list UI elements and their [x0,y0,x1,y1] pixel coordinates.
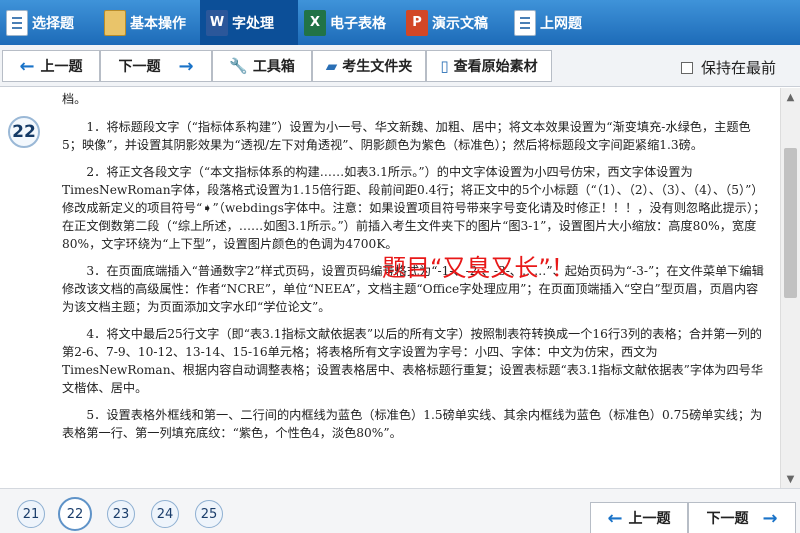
scroll-thumb[interactable] [784,148,797,298]
tab-basic-operations[interactable]: 基本操作 [98,0,200,45]
toolbox-button[interactable]: 🔧 工具箱 [212,50,312,82]
word-icon: W [206,9,228,36]
tab-internet[interactable]: 上网题 [508,0,598,45]
tab-label: 演示文稿 [432,15,488,32]
question-nav-23[interactable]: 23 [107,500,135,528]
web-icon [514,9,536,36]
question-lead: 档。 [62,92,87,106]
question-panel: 22 档。 1．将标题段文字（“指标体系构建”）设置为小一号、华文新魏、加粗、居… [0,88,780,488]
scroll-up-icon[interactable]: ▲ [783,90,798,104]
arrow-left-icon: ← [19,55,35,77]
tab-label: 基本操作 [130,15,186,32]
question-item-5: 5．设置表格外框线和第一、二行间的内框线为蓝色（标准色）1.5磅单实线、其余内框… [62,408,763,440]
vertical-scrollbar[interactable]: ▲ ▼ [780,88,800,488]
next-label: 下一题 [118,59,161,75]
powerpoint-icon: P [406,9,428,36]
bottom-prev-label: 上一题 [628,511,671,527]
overlay-comment: 题目“又臭又长”！ [382,254,575,282]
bottom-prev-button[interactable]: ← 上一题 [590,502,688,533]
folder-open-icon: ▰ [325,57,338,75]
bottom-next-label: 下一题 [706,511,749,527]
tab-label: 上网题 [540,15,582,32]
tab-presentation[interactable]: P 演示文稿 [400,0,508,45]
scroll-down-icon[interactable]: ▼ [783,472,798,486]
keep-on-top-toggle[interactable]: 保持在最前 [680,57,776,78]
view-original-label: 查看原始素材 [453,59,538,75]
keep-on-top-label: 保持在最前 [700,59,776,77]
arrow-right-icon: → [762,507,778,529]
tab-spreadsheet[interactable]: X 电子表格 [298,0,400,45]
toolbox-label: 工具箱 [252,59,295,75]
exam-folder-button[interactable]: ▰ 考生文件夹 [312,50,426,82]
top-tab-bar: 选择题 基本操作 W 字处理 X 电子表格 P 演示文稿 上网题 [0,0,800,45]
toolbar: ← 上一题 下一题 → 🔧 工具箱 ▰ 考生文件夹 ▯ 查看原始素材 保持在最前 [0,45,800,87]
wrench-icon: 🔧 [229,57,248,75]
exam-window: 选择题 基本操作 W 字处理 X 电子表格 P 演示文稿 上网题 ← 上一题 下 [0,0,800,533]
question-nav-24[interactable]: 24 [151,500,179,528]
view-original-button[interactable]: ▯ 查看原始素材 [426,50,552,82]
tab-word-processing[interactable]: W 字处理 [200,0,298,45]
prev-label: 上一题 [40,59,83,75]
question-nav-25[interactable]: 25 [195,500,223,528]
keep-on-top-checkbox[interactable] [680,61,693,74]
next-question-button[interactable]: 下一题 → [100,50,212,82]
arrow-right-icon: → [178,55,194,77]
tab-label: 字处理 [232,15,274,32]
tab-label: 选择题 [32,15,74,32]
document-icon: ▯ [440,57,449,75]
folder-icon [104,9,126,36]
checklist-icon [6,9,28,36]
question-item-2: 2．将正文各段文字（“本文指标体系的构建……如表3.1所示。”）的中文字体设置为… [62,165,766,251]
arrow-left-icon: ← [607,507,623,529]
excel-icon: X [304,9,326,36]
question-nav-21[interactable]: 21 [17,500,45,528]
question-item-1: 1．将标题段文字（“指标体系构建”）设置为小一号、华文新魏、加粗、居中；将文本效… [62,120,751,152]
exam-folder-label: 考生文件夹 [342,59,413,75]
bottom-nav-bar: 21 22 23 24 25 ← 上一题 下一题 → [0,488,800,533]
tab-label: 电子表格 [330,15,386,32]
tab-choice-questions[interactable]: 选择题 [0,0,98,45]
question-nav-22[interactable]: 22 [58,497,92,531]
bottom-next-button[interactable]: 下一题 → [688,502,796,533]
prev-question-button[interactable]: ← 上一题 [2,50,100,82]
question-number-badge: 22 [8,116,40,148]
question-item-4: 4．将文中最后25行文字（即“表3.1指标文献依据表”以后的所有文字）按照制表符… [62,327,764,395]
